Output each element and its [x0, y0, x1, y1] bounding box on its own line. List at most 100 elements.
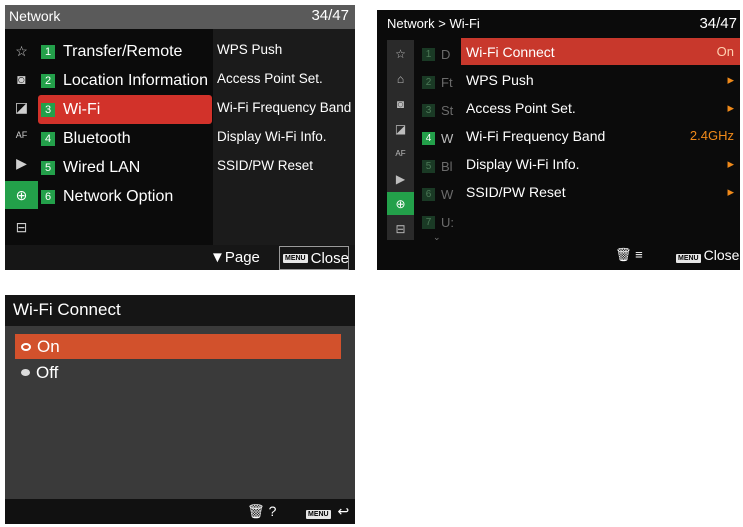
menu-item-location-information[interactable]: 2 Location Information	[38, 66, 212, 95]
index-letter: W	[441, 186, 454, 202]
dialog-footer: 🗑 ? MENU ↩	[5, 499, 355, 524]
menu-footer: ▼Page MENU Close	[5, 245, 355, 270]
menu-item-transfer-remote[interactable]: 1 Transfer/Remote	[38, 37, 212, 66]
playback-icon[interactable]: ▶	[5, 149, 38, 177]
menu-header: Network > Wi-Fi 34/47	[377, 10, 740, 37]
category-icon-column: ☆ ⌂ ◙ ◪ AF ▶ ⊕ ⊟	[387, 40, 414, 240]
item-label: Network Option	[63, 187, 174, 205]
item-label: Wi-Fi	[63, 100, 101, 118]
index-letter: W	[441, 130, 454, 146]
index-letter: Bl	[441, 158, 453, 174]
triangle-down-icon: ▼	[210, 249, 225, 266]
radio-selected-icon	[21, 342, 31, 351]
preview-item[interactable]: SSID/PW Reset	[217, 158, 313, 173]
page-indicator: 34/47	[699, 15, 737, 32]
menu-footer: 🗑 ≡ MENU Close	[377, 242, 740, 270]
category-icon-column: ☆ ◙ ◪ AF ▶ ⊕ ⊟	[5, 29, 38, 245]
home-camera-icon[interactable]: ⌂	[387, 67, 414, 90]
menu-item-wired-lan[interactable]: 5 Wired LAN	[38, 153, 212, 182]
index-item[interactable]: 2 Ft	[417, 68, 453, 96]
index-item[interactable]: 1D	[417, 40, 450, 68]
dialog-header: Wi-Fi Connect	[5, 295, 355, 326]
menu-item-wps-push[interactable]: WPS Push ▸	[461, 66, 740, 93]
trash-icon: 🗑	[247, 503, 265, 519]
exposure-icon[interactable]: ◪	[387, 117, 414, 140]
item-label: Transfer/Remote	[63, 42, 183, 60]
item-label: Display Wi-Fi Info.	[466, 155, 580, 172]
page-indicator: 34/47	[311, 7, 349, 24]
list-icon: ≡	[635, 247, 643, 262]
menu-key-icon: MENU	[676, 254, 701, 263]
toolbox-icon[interactable]: ⊟	[387, 217, 414, 240]
help-button[interactable]: 🗑 ?	[247, 503, 276, 520]
toolbox-icon[interactable]: ⊟	[5, 213, 38, 241]
index-item-active[interactable]: 4W	[417, 124, 453, 152]
menu-header: Network 34/47	[5, 5, 355, 29]
preview-item[interactable]: WPS Push	[217, 42, 282, 57]
item-value: On	[716, 44, 734, 59]
wifi-preview-panel: WPS Push Access Point Set. Wi-Fi Frequen…	[213, 29, 355, 245]
close-button[interactable]: MENU Close	[673, 247, 739, 263]
index-item[interactable]: 6W	[417, 180, 453, 208]
preview-item[interactable]: Access Point Set.	[217, 71, 323, 86]
item-number: 1	[422, 47, 435, 61]
menu-item-wifi-frequency-band[interactable]: Wi-Fi Frequency Band 2.4GHz	[461, 122, 740, 149]
network-globe-icon[interactable]: ⊕	[387, 192, 414, 215]
menu-item-wifi[interactable]: 3 Wi-Fi	[38, 95, 212, 124]
menu-item-ssid-pw-reset[interactable]: SSID/PW Reset ▸	[461, 178, 740, 205]
item-label: Location Information	[63, 71, 208, 89]
close-label: Close	[703, 247, 740, 263]
menu-item-network-option[interactable]: 6 Network Option	[38, 182, 212, 211]
index-letter: St	[441, 102, 454, 118]
back-arrow-icon: ↩	[337, 503, 350, 519]
submenu-arrow-icon: ▸	[727, 71, 734, 87]
network-globe-icon[interactable]: ⊕	[5, 181, 38, 209]
item-number: 4	[41, 131, 55, 146]
menu-key-icon: MENU	[306, 510, 331, 519]
option-label: Off	[36, 362, 59, 382]
camera-search-icon[interactable]: ◙	[5, 65, 38, 93]
menu-item-display-wifi-info[interactable]: Display Wi-Fi Info. ▸	[461, 150, 740, 177]
camera-icon[interactable]: ◙	[387, 92, 414, 115]
menu-item-wifi-connect[interactable]: Wi-Fi Connect On	[461, 38, 740, 65]
preview-item[interactable]: Display Wi-Fi Info.	[217, 129, 327, 144]
af-mf-icon[interactable]: AF	[5, 121, 38, 149]
option-on[interactable]: On	[15, 334, 341, 359]
submenu-arrow-icon: ▸	[727, 155, 734, 171]
af-mf-icon[interactable]: AF	[387, 142, 414, 165]
item-label: Wi-Fi Frequency Band	[466, 127, 606, 144]
index-item[interactable]: 3 St	[417, 96, 453, 124]
item-label: Wi-Fi Connect	[466, 43, 555, 60]
trash-list-button[interactable]: 🗑 ≡	[615, 247, 643, 263]
page-button[interactable]: ▼Page	[210, 249, 260, 266]
preview-item[interactable]: Wi-Fi Frequency Band	[217, 100, 351, 115]
network-menu-screen: Network 34/47 ☆ ◙ ◪ AF ▶ ⊕ ⊟ 1 Transfer/…	[5, 5, 355, 270]
exposure-icon[interactable]: ◪	[5, 93, 38, 121]
item-number: 3	[422, 103, 435, 117]
star-icon[interactable]: ☆	[5, 37, 38, 65]
index-letter: U:	[441, 214, 454, 230]
item-number: 5	[41, 160, 55, 175]
option-off[interactable]: Off	[15, 360, 341, 385]
item-number: 7	[422, 215, 435, 229]
back-button[interactable]: MENU ↩	[303, 503, 349, 520]
close-button[interactable]: MENU Close	[279, 246, 349, 270]
submenu-arrow-icon: ▸	[727, 183, 734, 199]
index-letter: Ft	[441, 74, 453, 90]
item-number: 1	[41, 44, 55, 59]
menu-item-access-point-set[interactable]: Access Point Set. ▸	[461, 94, 740, 121]
item-number: 6	[41, 189, 55, 204]
wifi-menu-screen: Network > Wi-Fi 34/47 ☆ ⌂ ◙ ◪ AF ▶ ⊕ ⊟ 1…	[377, 10, 740, 270]
menu-key-icon: MENU	[283, 253, 308, 263]
submenu-arrow-icon: ▸	[727, 99, 734, 115]
option-label: On	[37, 336, 60, 356]
item-number: 2	[422, 75, 435, 89]
help-label: ?	[268, 503, 277, 519]
item-number: 4	[422, 131, 435, 145]
playback-icon[interactable]: ▶	[387, 167, 414, 190]
wifi-connect-dialog: Wi-Fi Connect On Off 🗑 ? MENU ↩	[5, 295, 355, 524]
star-icon[interactable]: ☆	[387, 42, 414, 65]
submenu-index-column: 1D 2 Ft 3 St 4W 5 Bl 6W 7 U: ⌄	[417, 40, 462, 242]
index-item[interactable]: 5 Bl	[417, 152, 453, 180]
menu-item-bluetooth[interactable]: 4 Bluetooth	[38, 124, 212, 153]
